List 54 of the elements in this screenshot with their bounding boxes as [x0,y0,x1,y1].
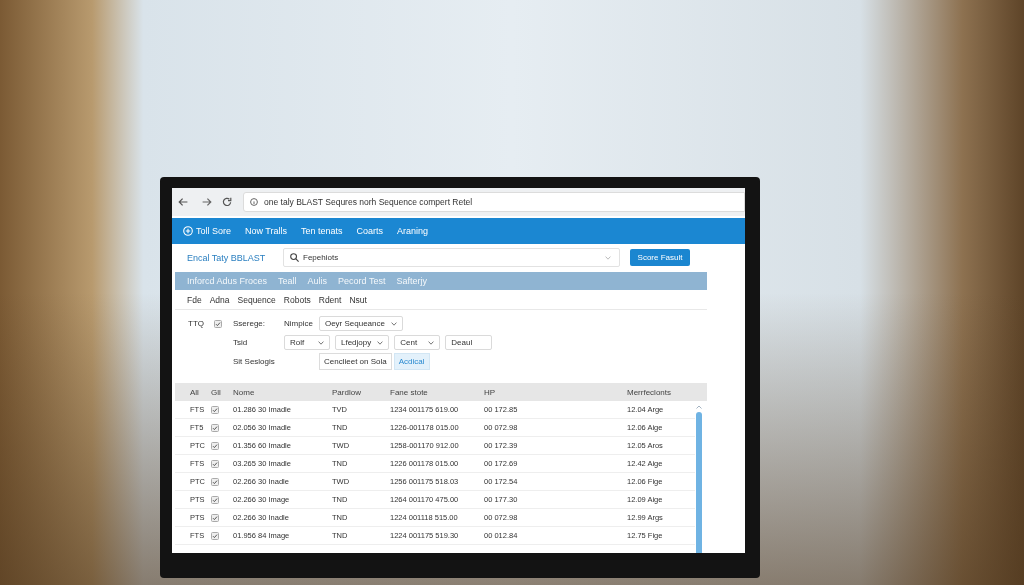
column-header: Gll [211,387,222,397]
search-field[interactable]: Fepehiots [283,248,620,267]
caret-icon [428,340,435,345]
nav-link[interactable]: Ten tenats [301,226,343,236]
checkbox[interactable] [211,423,219,432]
caret-icon [377,340,384,345]
field-label: TTQ [188,319,204,328]
menu-item[interactable]: Adna [209,294,230,305]
menu-item[interactable]: Fde [187,294,202,305]
checkbox[interactable] [214,319,222,328]
column-header: Nome [233,387,256,397]
column-header: Merrfeclonts [627,387,672,397]
field-label: Sserege: [233,319,267,328]
field-label: Tsid [233,338,249,347]
column-header: Pardlow [332,387,362,397]
field-label: Nimpice [284,319,313,328]
checkbox[interactable] [211,495,219,504]
search-icon [290,253,299,262]
dropdown[interactable]: Rolf [284,335,330,350]
scrollbar-thumb[interactable] [695,412,702,553]
segment-option[interactable]: Cenclieet on Sola [319,353,392,370]
dropdown[interactable]: Cent [394,335,441,350]
back-arrow-icon[interactable] [178,197,188,207]
address-bar[interactable]: one taly BLAST Sequres norh Sequence compert Retel [243,192,745,212]
checkbox[interactable] [211,441,219,450]
column-header: HP [484,387,497,397]
nav-link[interactable]: Now Tralls [245,226,288,236]
nav-link[interactable]: Toll Sore [183,226,231,236]
column-header: Fane stote [390,387,429,397]
caret-icon [605,255,611,260]
input-field[interactable]: Deaul [445,335,493,350]
menu-item[interactable]: Rdent [318,294,342,305]
reload-icon[interactable] [222,197,232,207]
checkbox[interactable] [211,477,219,486]
plus-circle-icon [183,226,193,236]
caret-icon [390,321,397,326]
app-title: Encal Taty BBLAST [187,252,267,263]
menu-item[interactable]: Sequence [237,294,276,305]
checkbox[interactable] [211,459,219,468]
checkbox[interactable] [211,531,219,540]
caret-icon [318,340,324,345]
dropdown[interactable]: Lfedjopy [335,335,390,350]
menu-item[interactable]: Robots [283,294,311,305]
column-header: All [190,387,200,397]
info-icon [250,198,258,206]
dropdown[interactable]: Oeyr Sequeance [318,316,403,331]
nav-link[interactable]: Araning [397,226,429,236]
field-label: Sit Seslogis [233,357,276,366]
nav-link[interactable]: Coarts [356,226,384,236]
menu-item[interactable]: Nsut [349,294,367,305]
action-button[interactable]: Score Fasult [630,249,690,266]
checkbox[interactable] [211,513,219,522]
forward-arrow-icon[interactable] [202,197,212,207]
checkbox[interactable] [211,405,219,414]
